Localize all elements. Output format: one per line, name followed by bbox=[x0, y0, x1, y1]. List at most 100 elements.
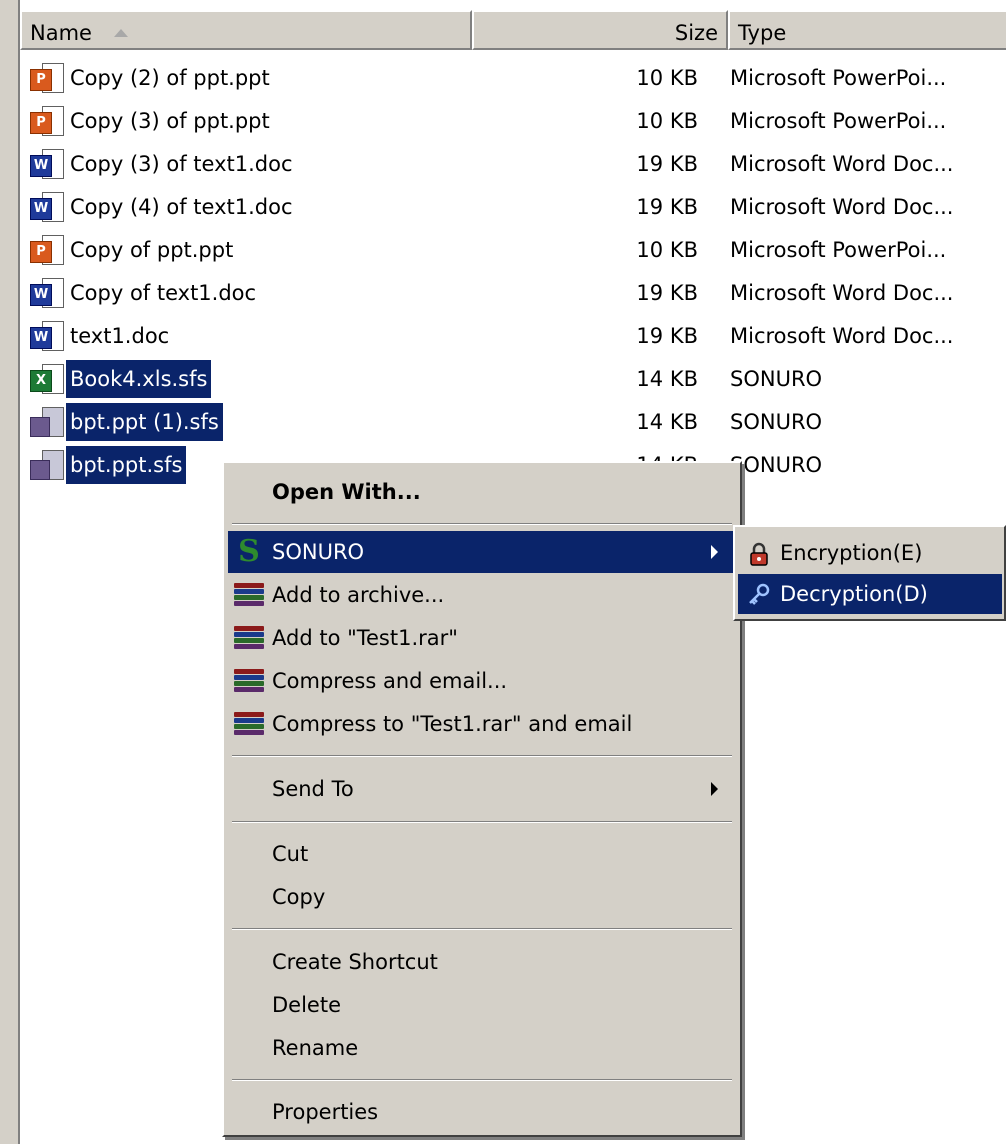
submenu-arrow-icon bbox=[711, 782, 718, 796]
submenu-item-decryption[interactable]: Decryption(D) bbox=[738, 574, 1002, 614]
menu-item-label: Create Shortcut bbox=[272, 950, 438, 974]
file-row[interactable]: P Copy of ppt.ppt 10 KB Microsoft PowerPoi.… bbox=[20, 229, 1006, 272]
file-name-cell[interactable]: W Copy (4) of text1.doc bbox=[28, 188, 297, 226]
column-name-label: Name bbox=[30, 21, 92, 45]
key-icon bbox=[749, 583, 770, 605]
file-size: 19 KB bbox=[636, 324, 698, 348]
file-row[interactable]: W Copy (3) of text1.doc 19 KB Microsoft Wor… bbox=[20, 143, 1006, 186]
excel-sfs-file-icon: X bbox=[28, 362, 66, 396]
word-file-icon: W bbox=[28, 147, 66, 181]
file-size: 14 KB bbox=[636, 367, 698, 391]
column-header: Name Size Type bbox=[20, 10, 1006, 50]
column-header-size[interactable]: Size bbox=[472, 10, 728, 50]
file-name-cell[interactable]: P Copy of ppt.ppt bbox=[28, 231, 237, 269]
file-size: 14 KB bbox=[636, 410, 698, 434]
file-name-cell[interactable]: bpt.ppt.sfs bbox=[28, 446, 187, 484]
menu-item-compress-email[interactable]: Compress and email... bbox=[228, 660, 736, 702]
file-name-cell[interactable]: Wtext1.doc bbox=[28, 317, 173, 355]
menu-separator bbox=[232, 1079, 732, 1081]
file-row[interactable]: P Copy (3) of ppt.ppt 10 KB Microsoft Power… bbox=[20, 100, 1006, 143]
column-type-label: Type bbox=[738, 21, 787, 45]
column-header-name[interactable]: Name bbox=[20, 10, 472, 50]
menu-item-label: Compress to "Test1.rar" and email bbox=[272, 712, 633, 736]
file-name-cell[interactable]: P Copy (3) of ppt.ppt bbox=[28, 102, 274, 140]
word-file-icon: W bbox=[28, 276, 66, 310]
file-name-cell[interactable]: W Copy of text1.doc bbox=[28, 274, 260, 312]
submenu-arrow-icon bbox=[711, 545, 718, 559]
file-type: Microsoft Word Doc... bbox=[730, 324, 954, 348]
menu-item-create-shortcut[interactable]: Create Shortcut bbox=[228, 941, 736, 983]
file-name: bpt.ppt (1).sfs bbox=[66, 403, 223, 441]
menu-item-sonuro[interactable]: S SONURO bbox=[228, 531, 736, 573]
file-type: Microsoft Word Doc... bbox=[730, 281, 954, 305]
menu-item-label: Rename bbox=[272, 1036, 359, 1060]
menu-item-cut[interactable]: Cut bbox=[228, 833, 736, 875]
file-type: Microsoft PowerPoi... bbox=[730, 109, 947, 133]
menu-item-label: Compress and email... bbox=[272, 669, 508, 693]
menu-item-compress-rar-email[interactable]: Compress to "Test1.rar" and email bbox=[228, 703, 736, 745]
file-name: Copy (2) of ppt.ppt bbox=[70, 66, 270, 90]
menu-item-label: Delete bbox=[272, 993, 341, 1017]
file-row[interactable]: P Copy (2) of ppt.ppt 10 KB Microsoft Power… bbox=[20, 57, 1006, 100]
file-type: Microsoft Word Doc... bbox=[730, 152, 954, 176]
winrar-icon bbox=[234, 712, 264, 736]
menu-item-properties[interactable]: Properties bbox=[228, 1091, 736, 1133]
file-size: 10 KB bbox=[636, 109, 698, 133]
file-name-cell[interactable]: W Copy (3) of text1.doc bbox=[28, 145, 297, 183]
file-name: Copy of ppt.ppt bbox=[70, 238, 234, 262]
menu-item-label: Properties bbox=[272, 1100, 379, 1124]
file-rows: P Copy (2) of ppt.ppt 10 KB Microsoft Power… bbox=[20, 57, 1006, 487]
menu-item-rename[interactable]: Rename bbox=[228, 1027, 736, 1069]
menu-item-add-to-archive[interactable]: Add to archive... bbox=[228, 574, 736, 616]
file-name: Copy (3) of ppt.ppt bbox=[70, 109, 270, 133]
file-type: SONURO bbox=[730, 410, 823, 434]
window-frame-left bbox=[0, 0, 20, 1144]
menu-item-copy[interactable]: Copy bbox=[228, 876, 736, 918]
menu-item-add-to-rar[interactable]: Add to "Test1.rar" bbox=[228, 617, 736, 659]
file-name-cell[interactable]: X Book4.xls.sfs bbox=[28, 360, 212, 398]
menu-separator bbox=[232, 928, 732, 930]
file-size: 19 KB bbox=[636, 152, 698, 176]
file-name: bpt.ppt.sfs bbox=[66, 446, 187, 484]
menu-separator bbox=[232, 821, 732, 823]
file-row[interactable]: Wtext1.doc 19 KB Microsoft Word Doc... bbox=[20, 315, 1006, 358]
file-type: SONURO bbox=[730, 453, 823, 477]
sfs-file-icon bbox=[28, 448, 66, 482]
context-menu: Open With... S SONURO Add to archive... … bbox=[222, 461, 742, 1137]
word-file-icon: W bbox=[28, 190, 66, 224]
file-row[interactable]: X Book4.xls.sfs 14 KB SONURO bbox=[20, 358, 1006, 401]
menu-item-delete[interactable]: Delete bbox=[228, 984, 736, 1026]
file-row[interactable]: W Copy of text1.doc 19 KB Microsoft Word Do… bbox=[20, 272, 1006, 315]
menu-separator bbox=[232, 755, 732, 757]
sfs-file-icon bbox=[28, 405, 66, 439]
file-name: Copy of text1.doc bbox=[70, 281, 257, 305]
file-name: Copy (4) of text1.doc bbox=[70, 195, 293, 219]
sort-ascending-icon bbox=[113, 29, 128, 37]
word-file-icon: W bbox=[28, 319, 66, 353]
file-row[interactable]: W Copy (4) of text1.doc 19 KB Microsoft Wor… bbox=[20, 186, 1006, 229]
menu-item-send-to[interactable]: Send To bbox=[228, 768, 736, 810]
file-row[interactable]: bpt.ppt (1).sfs 14 KB SONURO bbox=[20, 401, 1006, 444]
menu-item-open-with[interactable]: Open With... bbox=[228, 471, 736, 513]
file-type: Microsoft PowerPoi... bbox=[730, 66, 947, 90]
submenu-item-encryption[interactable]: Encryption(E) bbox=[738, 533, 1002, 573]
winrar-icon bbox=[234, 583, 264, 607]
menu-separator bbox=[232, 523, 732, 525]
menu-item-label: Open With... bbox=[272, 480, 421, 504]
menu-item-label: Copy bbox=[272, 885, 326, 909]
file-name-cell[interactable]: bpt.ppt (1).sfs bbox=[28, 403, 223, 441]
sonuro-icon: S bbox=[238, 534, 260, 569]
file-name-cell[interactable]: P Copy (2) of ppt.ppt bbox=[28, 59, 274, 97]
column-header-type[interactable]: Type bbox=[728, 10, 1006, 50]
file-type: Microsoft PowerPoi... bbox=[730, 238, 947, 262]
file-size: 10 KB bbox=[636, 238, 698, 262]
menu-item-label: Add to archive... bbox=[272, 583, 445, 607]
menu-item-label: Send To bbox=[272, 777, 354, 801]
column-size-label: Size bbox=[674, 21, 718, 45]
menu-item-label: Add to "Test1.rar" bbox=[272, 626, 458, 650]
file-type: Microsoft Word Doc... bbox=[730, 195, 954, 219]
ppt-file-icon: P bbox=[28, 61, 66, 95]
file-type: SONURO bbox=[730, 367, 823, 391]
file-size: 19 KB bbox=[636, 195, 698, 219]
file-name: Book4.xls.sfs bbox=[66, 360, 212, 398]
